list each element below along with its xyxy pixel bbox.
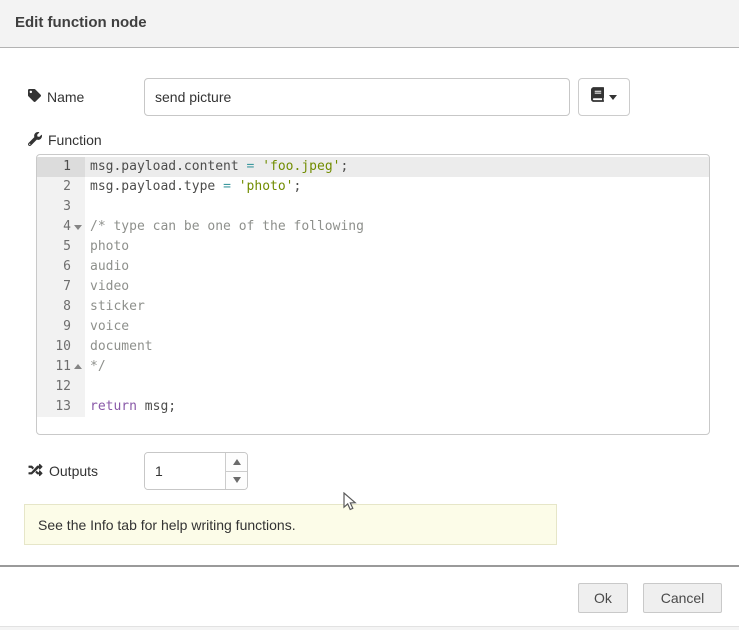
tip-text: See the Info tab for help writing functi… (38, 517, 296, 533)
gutter-line-number[interactable]: 4 (37, 217, 85, 237)
code-line-13[interactable]: 13return msg; (37, 397, 709, 417)
cancel-button[interactable]: Cancel (643, 583, 722, 613)
code-text[interactable] (85, 377, 90, 397)
wrench-icon (28, 132, 42, 149)
code-text[interactable]: */ (85, 357, 106, 377)
form-tips: See the Info tab for help writing functi… (24, 504, 557, 545)
dialog-title: Edit function node (15, 14, 147, 31)
tag-icon (28, 89, 41, 105)
code-editor[interactable]: 1msg.payload.content = 'foo.jpeg';2msg.p… (36, 154, 710, 435)
dialog-header: Edit function node (0, 0, 739, 48)
bottom-strip (0, 626, 739, 630)
gutter-line-number[interactable]: 3 (37, 197, 85, 217)
code-text[interactable]: msg.payload.content = 'foo.jpeg'; (85, 157, 348, 177)
code-text[interactable]: video (85, 277, 129, 297)
code-text[interactable]: photo (85, 237, 129, 257)
code-line-1[interactable]: 1msg.payload.content = 'foo.jpeg'; (37, 157, 709, 177)
ok-button[interactable]: Ok (578, 583, 628, 613)
gutter-line-number[interactable]: 6 (37, 257, 85, 277)
code-text[interactable]: msg.payload.type = 'photo'; (85, 177, 301, 197)
code-line-3[interactable]: 3 (37, 197, 709, 217)
code-text[interactable]: audio (85, 257, 129, 277)
library-button[interactable] (578, 78, 630, 116)
outputs-spinner (144, 452, 248, 490)
book-icon (591, 87, 604, 107)
gutter-line-number[interactable]: 12 (37, 377, 85, 397)
gutter-line-number[interactable]: 9 (37, 317, 85, 337)
spinner-buttons (225, 453, 247, 489)
code-line-9[interactable]: 9voice (37, 317, 709, 337)
gutter-line-number[interactable]: 13 (37, 397, 85, 417)
code-text[interactable]: sticker (85, 297, 145, 317)
code-text[interactable]: /* type can be one of the following (85, 217, 364, 237)
outputs-label: Outputs (28, 452, 98, 490)
name-input[interactable] (144, 78, 570, 116)
code-line-6[interactable]: 6audio (37, 257, 709, 277)
edit-function-node-dialog: Edit function node Name Function 1msg.pa… (0, 0, 739, 630)
gutter-line-number[interactable]: 10 (37, 337, 85, 357)
function-label-text: Function (48, 132, 102, 148)
code-line-2[interactable]: 2msg.payload.type = 'photo'; (37, 177, 709, 197)
name-label-text: Name (47, 89, 84, 105)
caret-down-icon (609, 95, 617, 100)
code-line-5[interactable]: 5photo (37, 237, 709, 257)
code-text[interactable]: document (85, 337, 153, 357)
name-label: Name (28, 78, 84, 116)
footer: Ok Cancel (0, 567, 739, 626)
triangle-up-icon (233, 459, 241, 465)
code-text[interactable]: voice (85, 317, 129, 337)
code-text[interactable] (85, 197, 90, 217)
gutter-line-number[interactable]: 2 (37, 177, 85, 197)
code-line-4[interactable]: 4/* type can be one of the following (37, 217, 709, 237)
spinner-down-button[interactable] (226, 471, 247, 490)
code-text[interactable]: return msg; (85, 397, 176, 417)
code-line-7[interactable]: 7video (37, 277, 709, 297)
spinner-up-button[interactable] (226, 453, 247, 471)
gutter-line-number[interactable]: 11 (37, 357, 85, 377)
fold-open-icon[interactable] (74, 225, 82, 230)
code-line-8[interactable]: 8sticker (37, 297, 709, 317)
outputs-input[interactable] (145, 453, 225, 489)
code-line-12[interactable]: 12 (37, 377, 709, 397)
fold-close-icon[interactable] (74, 364, 82, 369)
code-line-11[interactable]: 11*/ (37, 357, 709, 377)
triangle-down-icon (233, 477, 241, 483)
code-line-10[interactable]: 10document (37, 337, 709, 357)
gutter-line-number[interactable]: 5 (37, 237, 85, 257)
function-label: Function (28, 130, 102, 150)
gutter-line-number[interactable]: 8 (37, 297, 85, 317)
gutter-line-number[interactable]: 7 (37, 277, 85, 297)
gutter-line-number[interactable]: 1 (37, 157, 85, 177)
outputs-label-text: Outputs (49, 463, 98, 479)
shuffle-icon (28, 463, 43, 480)
